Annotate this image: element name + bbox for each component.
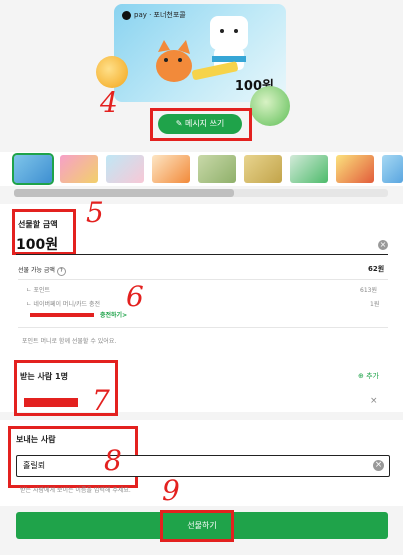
balance-label-row: 선물 가능 금액 ? <box>18 265 66 276</box>
charge-link[interactable]: 충전하기> <box>100 310 127 319</box>
thumbnail-2[interactable] <box>60 155 98 183</box>
add-recipient-button[interactable]: ⊕ 추가 <box>358 371 379 381</box>
amount-label: 선물할 금액 <box>18 220 58 229</box>
charge-link-label: 충전하기 <box>100 312 123 319</box>
thumbnail-6[interactable] <box>244 155 282 183</box>
point-label: ㄴ 포인트 <box>26 287 50 294</box>
thumbnail-8[interactable] <box>336 155 374 183</box>
ball-decoration-left <box>96 56 128 88</box>
ball-decoration-right <box>250 86 290 126</box>
amount-value[interactable]: 100원 <box>16 234 58 254</box>
thumbnail-9[interactable] <box>382 155 403 183</box>
annotation-6: 6 <box>126 280 144 313</box>
recipient-redacted <box>24 398 78 407</box>
sender-input[interactable]: 홀릴뢰 × <box>16 455 390 477</box>
sender-label: 보내는 사람 <box>16 435 56 444</box>
message-write-label: 메시지 쓰기 <box>184 119 225 128</box>
annotation-9: 9 <box>162 474 180 507</box>
card-preview-area: pay · 포너천포콜 100원 4 ✎ 메시지 쓰기 <box>0 0 403 150</box>
message-write-button[interactable]: ✎ 메시지 쓰기 <box>158 114 242 134</box>
annotation-4: 4 <box>100 86 118 119</box>
thumbnail-4[interactable] <box>152 155 190 183</box>
thumbnail-7[interactable] <box>290 155 328 183</box>
thumbnail-scrollbar[interactable] <box>14 189 388 197</box>
clear-amount-icon[interactable]: × <box>378 240 388 250</box>
note-divider <box>18 327 388 328</box>
money-value: 1원 <box>370 301 380 308</box>
info-icon[interactable]: ? <box>56 267 66 276</box>
sender-input-value: 홀릴뢰 <box>23 461 46 470</box>
balance-note: 포인트 머니로 함께 선물할 수 있어요. <box>22 338 117 345</box>
amount-underline <box>16 254 388 255</box>
recipient-label: 받는 사람 1명 <box>20 372 68 381</box>
redaction-bar <box>30 313 94 317</box>
clear-sender-icon[interactable]: × <box>373 460 384 471</box>
thumbnail-3[interactable] <box>106 155 144 183</box>
point-value: 613원 <box>360 287 377 294</box>
plus-circle-icon: ⊕ <box>358 372 367 380</box>
card-design-strip <box>0 152 403 186</box>
remove-recipient-icon[interactable]: × <box>370 396 378 406</box>
balance-total: 62원 <box>368 265 385 273</box>
scrollbar-thumb[interactable] <box>14 189 234 197</box>
pencil-icon: ✎ <box>175 119 185 128</box>
thumbnail-5[interactable] <box>198 155 236 183</box>
annotation-8: 8 <box>104 444 122 477</box>
balance-divider <box>18 279 388 280</box>
money-label: ㄴ 네이버페이 머니/카드 충전 <box>26 301 100 308</box>
annotation-5: 5 <box>86 196 104 229</box>
sender-note: 받는 사람에게 보이는 이름을 입력해 주세요. <box>20 487 131 494</box>
balance-label: 선물 가능 금액 <box>18 267 55 274</box>
annotation-box-gift <box>160 510 234 542</box>
thumbnail-1[interactable] <box>12 153 54 185</box>
annotation-7: 7 <box>92 384 110 417</box>
add-recipient-label: 추가 <box>366 372 379 380</box>
